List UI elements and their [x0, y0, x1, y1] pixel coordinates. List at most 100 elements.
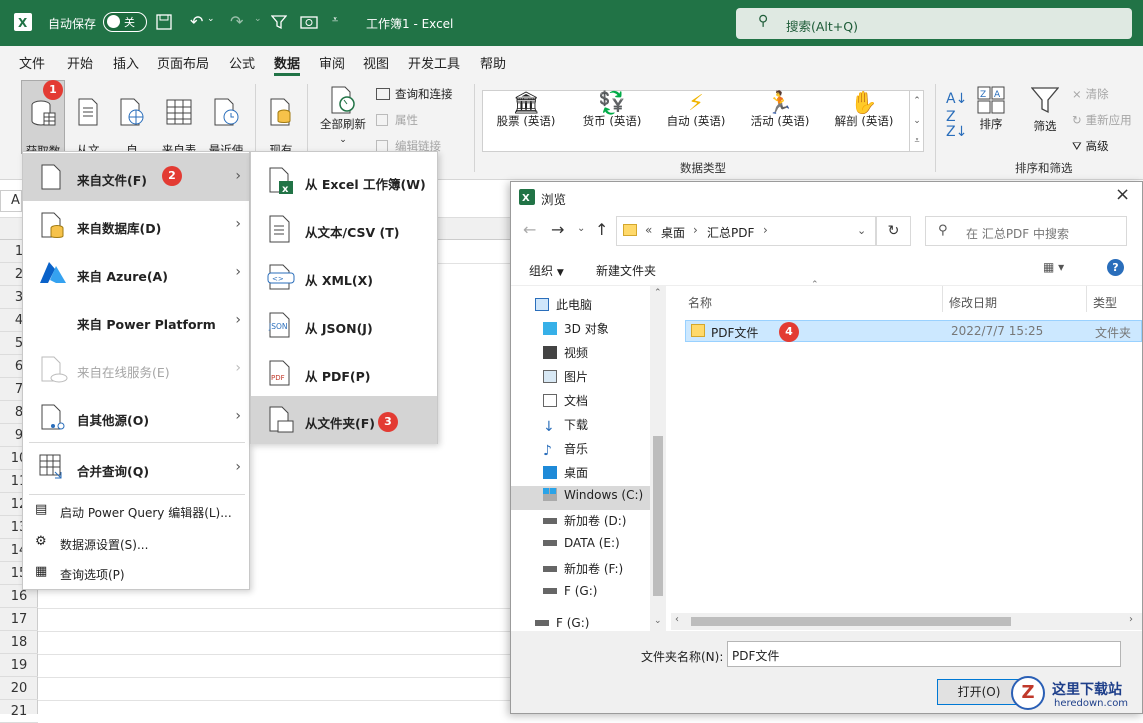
nav-documents[interactable]: 文档	[543, 392, 588, 416]
organize-button[interactable]: 组织 ▼	[529, 262, 564, 279]
menu-item-query-options[interactable]: ▦ 查询选项(P)	[23, 558, 249, 588]
breadcrumb-folder[interactable]: 汇总PDF	[707, 224, 754, 241]
row-number[interactable]: 20	[0, 677, 38, 700]
menu-item-from-file[interactable]: 来自文件(F) ›	[23, 153, 249, 201]
camera-icon[interactable]	[300, 14, 318, 30]
sort-az-icon[interactable]: A↓ Z	[946, 90, 967, 126]
nav-music[interactable]: ♪ 音乐	[543, 440, 588, 464]
address-dropdown-icon[interactable]: ⌄	[857, 224, 866, 237]
menu-item-data-source-settings[interactable]: ⚙ 数据源设置(S)...	[23, 528, 249, 558]
nav-drive-c[interactable]: Windows (C:)	[543, 488, 643, 512]
refresh-icon[interactable]: ↻	[876, 216, 911, 246]
nav-downloads[interactable]: ↓ 下载	[543, 416, 588, 440]
nav-3d-objects[interactable]: 3D 对象	[543, 320, 609, 344]
tab-file[interactable]: 文件	[19, 53, 45, 72]
menu-item-from-other-sources[interactable]: 自其他源(O) ›	[23, 393, 249, 441]
submenu-item-from-xml[interactable]: <> 从 XML(X)	[251, 253, 437, 301]
column-header-name[interactable]: 名称	[688, 294, 712, 311]
breadcrumb-overflow[interactable]: «	[645, 223, 652, 237]
automatic-button[interactable]: ⚡ 自动 (英语)	[661, 93, 731, 129]
nav-drive-g[interactable]: F (G:)	[543, 584, 597, 608]
breadcrumb-desktop[interactable]: 桌面	[661, 224, 685, 241]
tab-insert[interactable]: 插入	[113, 53, 139, 72]
address-bar[interactable]: « 桌面 › 汇总PDF › ⌄	[616, 216, 876, 246]
sort-button[interactable]: ZA 排序	[975, 86, 1007, 131]
menu-item-from-power-platform[interactable]: 来自 Power Platform ›	[23, 297, 249, 345]
nav-drive-d[interactable]: 新加卷 (D:)	[543, 512, 626, 536]
filter-button[interactable]: 筛选	[1028, 86, 1062, 133]
undo-icon[interactable]: ↶	[190, 12, 203, 31]
name-box[interactable]: A	[0, 190, 22, 212]
row-number[interactable]: 17	[0, 608, 38, 631]
menu-item-from-database[interactable]: 来自数据库(D) ›	[23, 201, 249, 249]
tab-help[interactable]: 帮助	[480, 53, 506, 72]
filter-icon[interactable]	[271, 14, 287, 30]
gallery-scroll[interactable]: ⌃ ⌄ ⩡	[909, 91, 924, 151]
scroll-right-icon[interactable]: ›	[1129, 614, 1133, 625]
file-list-hscrollbar[interactable]: ‹ ›	[671, 613, 1142, 630]
up-icon[interactable]: ↑	[595, 220, 608, 239]
menu-item-from-online-services[interactable]: 来自在线服务(E) ›	[23, 345, 249, 393]
nav-scroll-thumb[interactable]	[653, 436, 663, 596]
new-folder-button[interactable]: 新建文件夹	[596, 262, 656, 279]
tab-review[interactable]: 审阅	[319, 53, 345, 72]
view-options-icon[interactable]: ▦ ▾	[1043, 260, 1064, 274]
sort-za-icon[interactable]: Z↓	[946, 124, 967, 140]
tab-developer[interactable]: 开发工具	[408, 53, 460, 72]
properties-button[interactable]: 属性	[376, 112, 418, 128]
tab-page-layout[interactable]: 页面布局	[157, 53, 209, 72]
close-icon[interactable]: ×	[1115, 184, 1130, 205]
nav-scrollbar[interactable]: ⌃ ⌄	[650, 286, 666, 631]
save-icon[interactable]	[156, 14, 172, 30]
scroll-left-icon[interactable]: ‹	[675, 614, 679, 625]
undo-dropdown-icon[interactable]: ⌄	[207, 14, 215, 24]
menu-item-launch-power-query[interactable]: ▤ 启动 Power Query 编辑器(L)...	[23, 496, 249, 526]
scroll-down-icon[interactable]: ⌄	[654, 616, 662, 626]
submenu-item-from-folder[interactable]: 从文件夹(F)	[251, 396, 437, 444]
stocks-button[interactable]: 🏛 股票 (英语)	[491, 93, 561, 129]
row-number[interactable]: 19	[0, 654, 38, 677]
row-number[interactable]: 18	[0, 631, 38, 654]
folder-name-input[interactable]: PDF文件	[727, 641, 1121, 667]
column-header-date[interactable]: 修改日期	[949, 294, 997, 311]
nav-videos[interactable]: 视频	[543, 344, 588, 368]
tab-home[interactable]: 开始	[67, 53, 93, 72]
submenu-item-from-json[interactable]: JSON 从 JSON(J)	[251, 301, 437, 349]
refresh-all-button[interactable]: 全部刷新 ⌄	[314, 86, 372, 147]
search-box[interactable]: ⚲ 搜索(Alt+Q)	[736, 8, 1132, 39]
row-number[interactable]: 21	[0, 700, 38, 723]
tab-data[interactable]: 数据	[274, 53, 300, 72]
customize-toolbar-icon[interactable]: ⩡	[332, 13, 338, 27]
submenu-item-from-excel[interactable]: x 从 Excel 工作簿(W)	[251, 157, 437, 205]
help-icon[interactable]: ?	[1107, 259, 1124, 276]
nav-pictures[interactable]: 图片	[543, 368, 588, 392]
back-icon[interactable]: ←	[523, 220, 536, 239]
currency-button[interactable]: 💱 货币 (英语)	[577, 93, 647, 129]
activity-button[interactable]: 🏃 活动 (英语)	[745, 93, 815, 129]
redo-icon[interactable]: ↷	[230, 12, 243, 31]
menu-item-from-azure[interactable]: 来自 Azure(A) ›	[23, 249, 249, 297]
folder-search-input[interactable]: ⚲ 在 汇总PDF 中搜索	[925, 216, 1127, 246]
file-row[interactable]: PDF文件 2022/7/7 15:25 文件夹	[685, 320, 1142, 342]
scroll-up-icon[interactable]: ⌃	[654, 288, 662, 298]
nav-desktop[interactable]: 桌面	[543, 464, 588, 488]
recent-locations-icon[interactable]: ⌄	[577, 223, 585, 234]
hscroll-thumb[interactable]	[691, 617, 1011, 626]
column-header-type[interactable]: 类型	[1093, 294, 1117, 311]
anatomy-button[interactable]: ✋ 解剖 (英语)	[829, 93, 899, 129]
submenu-item-from-text-csv[interactable]: 从文本/CSV (T)	[251, 205, 437, 253]
tab-view[interactable]: 视图	[363, 53, 389, 72]
nav-drive-f[interactable]: 新加卷 (F:)	[543, 560, 623, 584]
forward-icon[interactable]: →	[551, 220, 564, 239]
reapply-button[interactable]: ↻ 重新应用	[1072, 112, 1132, 128]
nav-this-pc[interactable]: 此电脑	[535, 296, 592, 320]
nav-drive-e[interactable]: DATA (E:)	[543, 536, 620, 560]
submenu-item-from-pdf[interactable]: PDF 从 PDF(P)	[251, 349, 437, 397]
queries-connections-button[interactable]: 查询和连接	[376, 86, 453, 102]
redo-dropdown-icon[interactable]: ⌄	[254, 14, 262, 24]
clear-button[interactable]: ⨯ 清除	[1072, 86, 1109, 102]
advanced-button[interactable]: ⛛ 高级	[1072, 138, 1109, 154]
tab-formulas[interactable]: 公式	[229, 53, 255, 72]
menu-item-combine-queries[interactable]: 合并查询(Q) ›	[23, 444, 249, 492]
autosave-toggle[interactable]: 关	[103, 12, 147, 32]
